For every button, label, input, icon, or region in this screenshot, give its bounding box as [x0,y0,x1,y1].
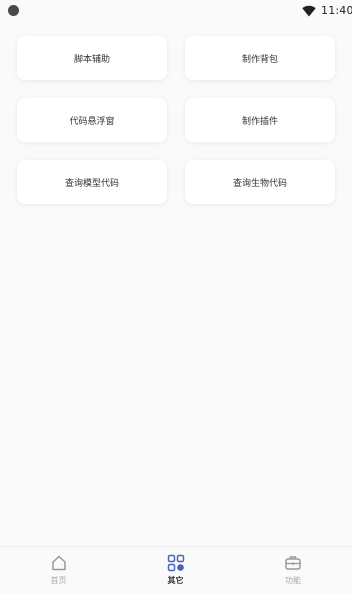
card-make-backpack[interactable]: 制作背包 [185,36,335,80]
card-label: 制作背包 [241,54,278,65]
nav-label-other: 其它 [167,576,184,585]
card-label: 制作插件 [241,116,278,127]
card-label: 代码悬浮窗 [69,116,115,127]
nav-item-home[interactable]: 首页 [0,547,117,593]
card-label: 脚本辅助 [73,54,110,65]
status-bar: 11:40 [0,0,352,22]
wifi-icon [302,5,316,17]
card-label: 查询生物代码 [232,178,287,189]
card-query-model-code[interactable]: 查询模型代码 [17,160,167,204]
card-script-assist[interactable]: 脚本辅助 [17,36,167,80]
card-query-creature-code[interactable]: 查询生物代码 [185,160,335,204]
card-label: 查询模型代码 [64,178,119,189]
toolbox-icon [285,556,301,570]
home-icon [51,555,66,571]
bottom-nav: 首页 其它 功能 [0,546,352,593]
camera-dot-icon [8,5,19,16]
nav-item-other[interactable]: 其它 [117,547,234,593]
grid-icon [167,554,184,572]
card-make-plugin[interactable]: 制作插件 [185,98,335,142]
status-time: 11:40 [321,4,352,17]
nav-label-function: 功能 [285,576,301,585]
card-code-float-window[interactable]: 代码悬浮窗 [17,98,167,142]
nav-label-home: 首页 [50,576,67,585]
nav-item-function[interactable]: 功能 [234,547,352,593]
